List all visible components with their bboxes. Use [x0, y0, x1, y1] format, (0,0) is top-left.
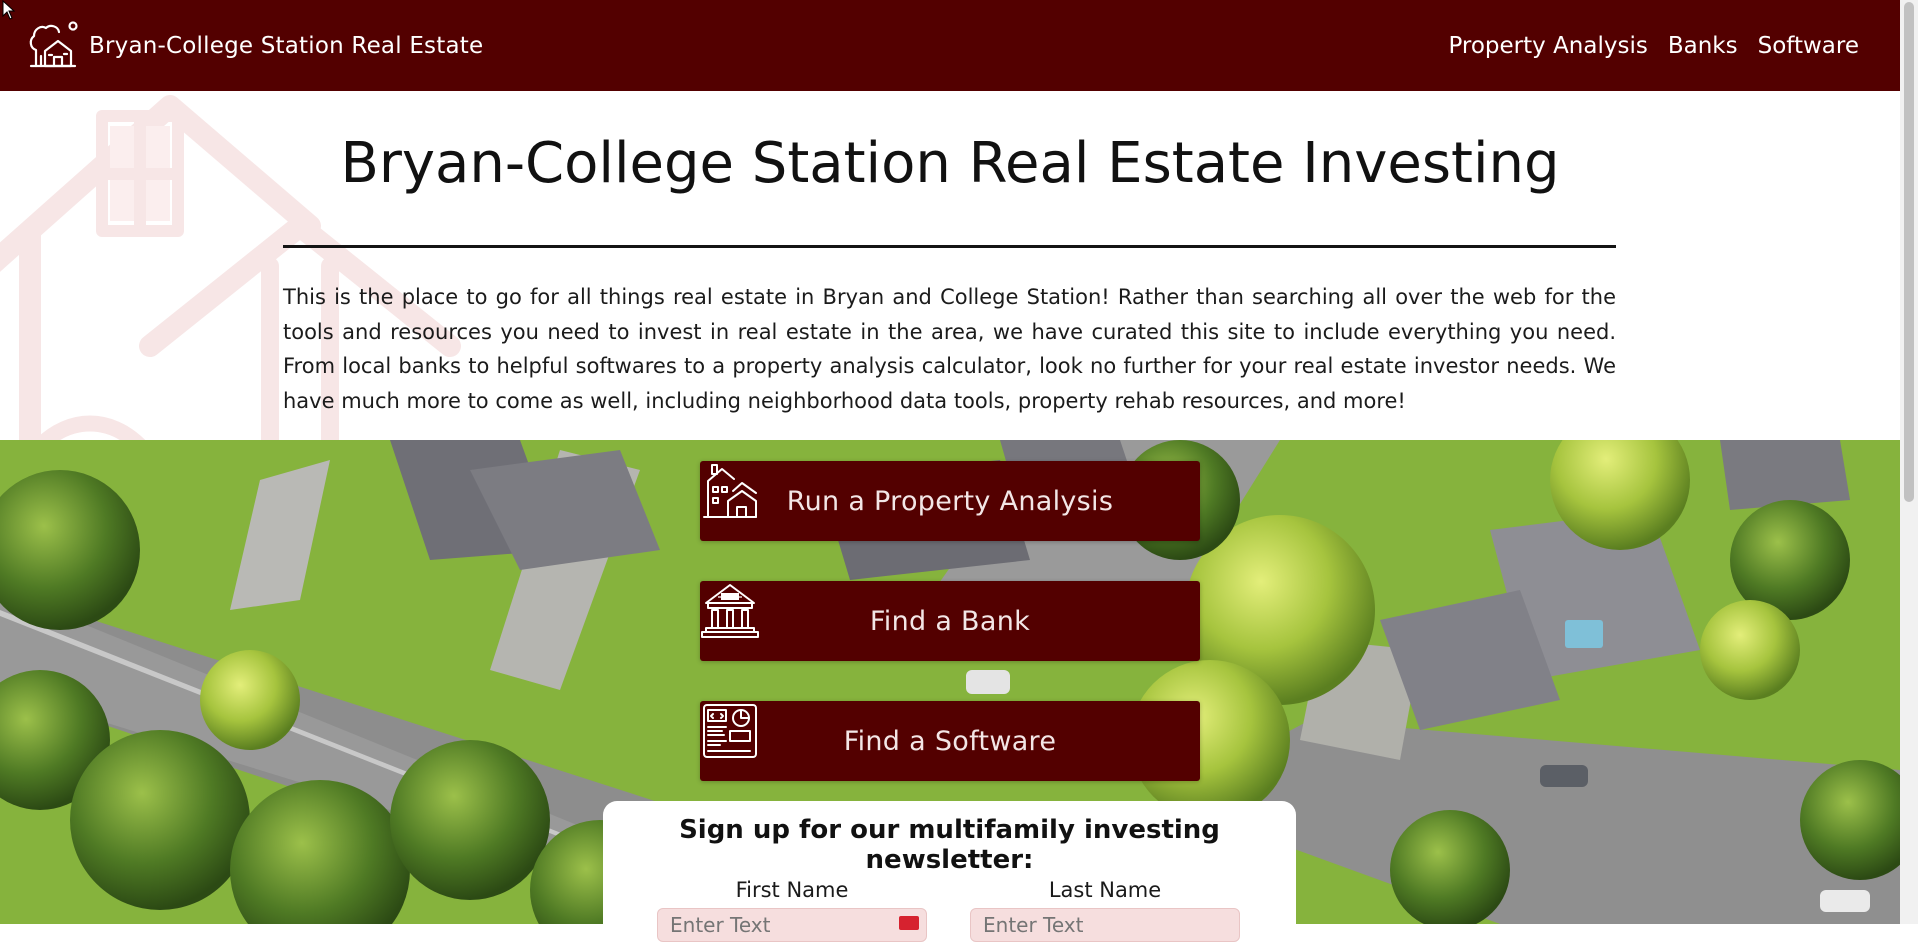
run-property-analysis-label: Run a Property Analysis	[786, 485, 1114, 517]
run-property-analysis-button[interactable]: Run a Property Analysis	[700, 461, 1200, 541]
hero-section: Bryan-College Station Real Estate Invest…	[0, 91, 1900, 440]
last-name-label: Last Name	[1048, 878, 1162, 902]
scrollbar-thumb[interactable]	[1904, 2, 1914, 502]
newsletter-heading: Sign up for our multifamily investing ne…	[679, 815, 1220, 875]
first-name-input[interactable]	[657, 908, 927, 942]
last-name-input[interactable]	[970, 908, 1240, 942]
house-tree-logo-icon	[29, 20, 78, 67]
find-software-label: Find a Software	[843, 725, 1057, 757]
find-bank-button[interactable]: Find a Bank	[700, 581, 1200, 661]
newsletter-signup-card: Sign up for our multifamily investing ne…	[603, 801, 1296, 942]
nav-link-software[interactable]: Software	[1758, 33, 1859, 59]
page-title: Bryan-College Station Real Estate Invest…	[340, 131, 1560, 196]
find-software-button[interactable]: Find a Software	[700, 701, 1200, 781]
page-scrollbar[interactable]	[1900, 0, 1918, 924]
required-field-icon	[899, 916, 919, 930]
top-navbar: Bryan-College Station Real Estate Proper…	[0, 0, 1900, 91]
nav-link-banks[interactable]: Banks	[1668, 33, 1738, 59]
nav-links: Property Analysis Banks Software	[1448, 33, 1859, 59]
find-bank-label: Find a Bank	[869, 605, 1031, 637]
intro-paragraph: This is the place to go for all things r…	[283, 285, 1616, 413]
house-analysis-icon	[703, 464, 757, 518]
nav-link-property-analysis[interactable]: Property Analysis	[1448, 33, 1647, 59]
brand-name: Bryan-College Station Real Estate	[89, 32, 484, 59]
software-dashboard-icon	[703, 704, 757, 758]
first-name-label: First Name	[735, 878, 849, 902]
mouse-pointer-icon	[2, 0, 16, 20]
title-divider	[283, 245, 1616, 248]
bank-icon	[701, 584, 759, 638]
brand-home-link[interactable]: Bryan-College Station Real Estate	[27, 20, 483, 72]
